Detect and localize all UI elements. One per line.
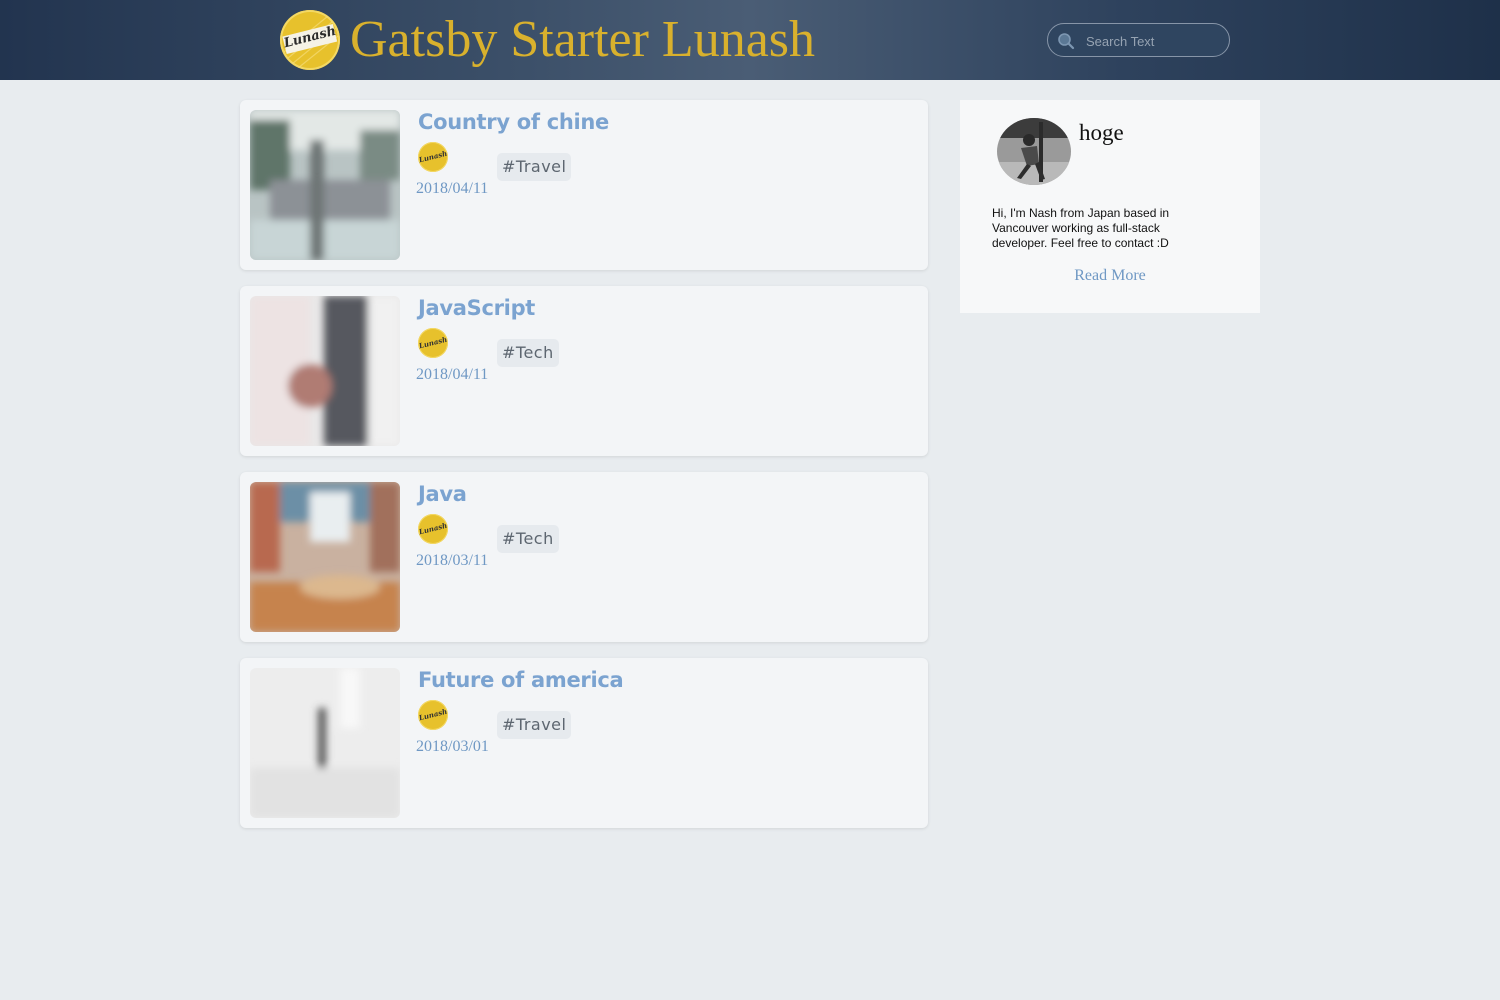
post-thumbnail-image [250,668,400,818]
author-logo-text: Lunash [418,148,448,165]
post-card[interactable]: Country of chine Lunash 2018/04/11 #Trav… [240,100,928,270]
author-logo-icon: Lunash [418,142,448,172]
profile-bio: Hi, I'm Nash from Japan based in Vancouv… [992,206,1170,250]
site-header: Lunash Gatsby Starter Lunash [0,0,1500,80]
post-title[interactable]: Country of chine [418,110,609,134]
profile-card: hoge Hi, I'm Nash from Japan based in Va… [960,100,1260,313]
author-logo-icon: Lunash [418,514,448,544]
post-date: 2018/04/11 [416,180,489,197]
avatar-photo [997,118,1071,185]
post-tag[interactable]: #Tech [497,339,559,367]
author-logo-text: Lunash [418,706,448,723]
search-input[interactable] [1084,30,1226,52]
post-thumbnail-image [250,482,400,632]
site-title[interactable]: Gatsby Starter Lunash [350,8,815,72]
post-title[interactable]: JavaScript [418,296,535,320]
post-title[interactable]: Java [418,482,467,506]
post-tag[interactable]: #Travel [497,153,572,181]
post-thumbnail[interactable] [250,482,400,632]
author-logo-icon: Lunash [418,700,448,730]
post-thumbnail-image [250,110,400,260]
post-date: 2018/03/01 [416,738,489,755]
post-thumbnail[interactable] [250,110,400,260]
post-date: 2018/04/11 [416,366,489,383]
avatar[interactable] [997,118,1071,185]
author-logo-text: Lunash [418,520,448,537]
post-thumbnail-image [250,296,400,446]
post-tag[interactable]: #Tech [497,525,559,553]
post-date: 2018/03/11 [416,552,489,569]
post-card[interactable]: Future of america Lunash 2018/03/01 #Tra… [240,658,928,828]
author-logo-icon: Lunash [418,328,448,358]
read-more-link[interactable]: Read More [960,267,1260,285]
post-title[interactable]: Future of america [418,668,624,692]
profile-name: hoge [1079,120,1124,145]
author-logo-text: Lunash [418,334,448,351]
post-thumbnail[interactable] [250,668,400,818]
search-icon [1058,33,1075,50]
post-card[interactable]: JavaScript Lunash 2018/04/11 #Tech [240,286,928,456]
post-tag[interactable]: #Travel [497,711,572,739]
site-logo[interactable]: Lunash [280,10,340,70]
post-card[interactable]: Java Lunash 2018/03/11 #Tech [240,472,928,642]
post-thumbnail[interactable] [250,296,400,446]
search-box[interactable] [1047,23,1230,57]
